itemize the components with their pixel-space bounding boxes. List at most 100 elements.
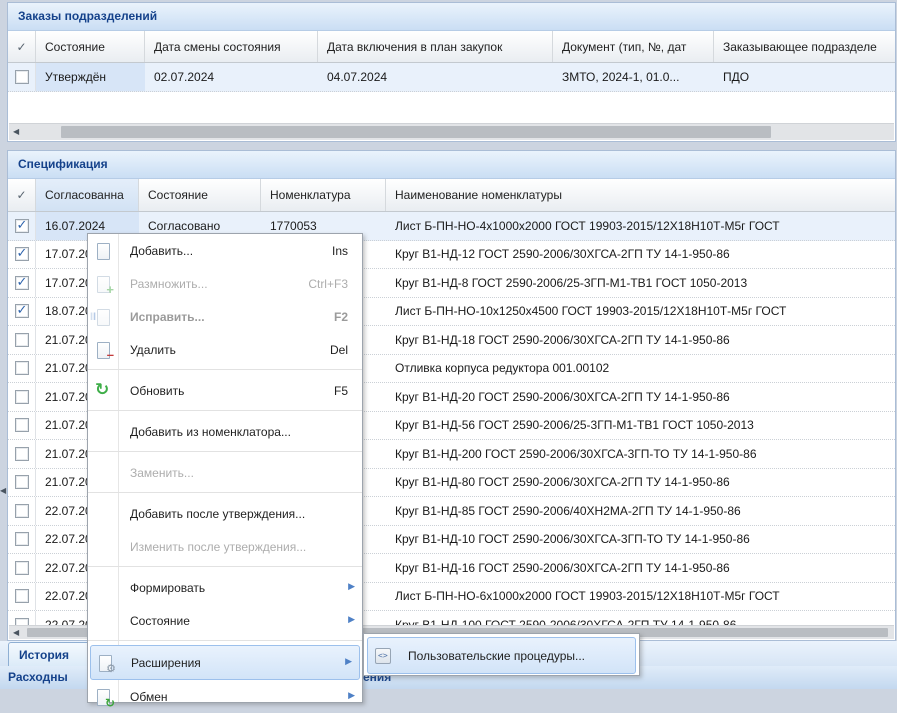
- nomenclature-name-cell: Лист Б-ПН-НО-10х1250х4500 ГОСТ 19903-201…: [386, 298, 895, 326]
- submenu-arrow-icon: ▶: [348, 692, 355, 701]
- menu-item-label: Заменить...: [118, 466, 362, 480]
- menu-item-обновить[interactable]: ОбновитьF5: [88, 374, 362, 407]
- menu-separator: [88, 489, 362, 497]
- plan-date-cell: 04.07.2024: [318, 63, 553, 91]
- row-checkbox[interactable]: [15, 361, 29, 375]
- row-checkbox[interactable]: [15, 304, 29, 318]
- row-checkbox[interactable]: [15, 276, 29, 290]
- menu-item-label: Изменить после утверждения...: [118, 540, 362, 554]
- orders-horizontal-scrollbar[interactable]: ◀: [9, 123, 894, 140]
- context-menu: Добавить...InsРазмножить...Ctrl+F3Исправ…: [87, 233, 363, 703]
- row-checkbox[interactable]: [15, 475, 29, 489]
- page-sync-icon: [88, 688, 118, 706]
- menu-item-добавить-[interactable]: Добавить...Ins: [88, 234, 362, 267]
- checkbox-cell: [8, 63, 36, 91]
- column-header[interactable]: Состояние: [139, 179, 261, 211]
- row-checkbox[interactable]: [15, 333, 29, 347]
- page-minus-icon: [94, 341, 112, 359]
- checkbox-cell: [8, 269, 36, 297]
- nomenclature-name-cell: Круг В1-НД-20 ГОСТ 2590-2006/30ХГСА-2ГП …: [386, 383, 895, 411]
- menu-separator: [88, 448, 362, 456]
- refresh-icon: [94, 382, 112, 400]
- nomenclature-name-cell: Круг В1-НД-56 ГОСТ 2590-2006/25-3ГП-М1-Т…: [386, 412, 895, 440]
- checkbox-cell: [8, 554, 36, 582]
- row-checkbox[interactable]: [15, 447, 29, 461]
- scroll-left-icon[interactable]: ◀: [13, 128, 19, 136]
- menu-item-расширения[interactable]: Расширения▶: [90, 645, 360, 680]
- page-sync-icon: [94, 688, 112, 706]
- column-header[interactable]: Дата смены состояния: [145, 31, 318, 62]
- menu-item-изменить-после-утверждения-: Изменить после утверждения...: [88, 530, 362, 563]
- menu-item-label: Исправить...: [118, 310, 334, 324]
- state-date-cell: 02.07.2024: [145, 63, 318, 91]
- row-checkbox[interactable]: [15, 247, 29, 261]
- menu-item-shortcut: Del: [330, 343, 362, 357]
- code-icon: [368, 648, 400, 664]
- orders-panel: Заказы подразделений ✓СостояниеДата смен…: [7, 2, 896, 142]
- checkbox-cell: [8, 241, 36, 269]
- nomenclature-name-cell: Круг В1-НД-8 ГОСТ 2590-2006/25-3ГП-М1-ТВ…: [386, 269, 895, 297]
- checkbox-cell: [8, 526, 36, 554]
- column-header[interactable]: Номенклатура: [261, 179, 386, 211]
- tab-history[interactable]: История: [8, 642, 98, 666]
- column-header[interactable]: Заказывающее подразделе: [714, 31, 895, 62]
- column-header[interactable]: Состояние: [36, 31, 145, 62]
- nomenclature-name-cell: Лист Б-ПН-НО-4х1000х2000 ГОСТ 19903-2015…: [386, 212, 895, 240]
- menu-item-shortcut: Ctrl+F3: [308, 277, 362, 291]
- checkbox-cell: [8, 383, 36, 411]
- checkbox-cell: [8, 326, 36, 354]
- submenu-arrow-icon: ▶: [348, 583, 355, 592]
- row-checkbox[interactable]: [15, 390, 29, 404]
- row-checkbox[interactable]: [15, 418, 29, 432]
- scroll-left-icon[interactable]: ◀: [13, 629, 19, 637]
- nomenclature-name-cell: Круг В1-НД-10 ГОСТ 2590-2006/30ХГСА-3ГП-…: [386, 526, 895, 554]
- menu-item-размножить-: Размножить...Ctrl+F3: [88, 267, 362, 300]
- row-checkbox[interactable]: [15, 70, 29, 84]
- checkbox-cell: [8, 583, 36, 611]
- orders-panel-title: Заказы подразделений: [18, 9, 157, 23]
- orders-table-row[interactable]: Утверждён02.07.202404.07.2024ЗМТО, 2024-…: [8, 63, 895, 92]
- nomenclature-name-cell: Отливка корпуса редуктора 001.00102: [386, 355, 895, 383]
- menu-item-добавить-после-утверждения-[interactable]: Добавить после утверждения...: [88, 497, 362, 530]
- row-checkbox[interactable]: [15, 504, 29, 518]
- menu-item-заменить-: Заменить...: [88, 456, 362, 489]
- menu-item-label: Обмен: [118, 690, 362, 704]
- row-checkbox[interactable]: [15, 561, 29, 575]
- select-all-column-header[interactable]: ✓: [8, 179, 36, 211]
- page-edit-icon: [94, 308, 112, 326]
- menu-item-состояние[interactable]: Состояние▶: [88, 604, 362, 637]
- menu-item-label: Обновить: [118, 384, 334, 398]
- orders-panel-header: Заказы подразделений: [8, 3, 895, 31]
- menu-item-label: Пользовательские процедуры...: [400, 649, 635, 663]
- orders-grid-body: Утверждён02.07.202404.07.2024ЗМТО, 2024-…: [8, 63, 895, 92]
- menu-item-обмен[interactable]: Обмен▶: [88, 680, 362, 713]
- splitter-collapse-icon[interactable]: ◀: [0, 486, 6, 495]
- select-all-column-header[interactable]: ✓: [8, 31, 36, 62]
- menu-item-формировать[interactable]: Формировать▶: [88, 571, 362, 604]
- row-checkbox[interactable]: [15, 532, 29, 546]
- menu-separator: [88, 563, 362, 571]
- menu-item-пользовательские-процедуры-[interactable]: Пользовательские процедуры...: [367, 637, 636, 674]
- tab-history-label: История: [19, 648, 69, 662]
- menu-item-добавить-из-номенклатора-[interactable]: Добавить из номенклатора...: [88, 415, 362, 448]
- row-checkbox[interactable]: [15, 589, 29, 603]
- checkbox-cell: [8, 298, 36, 326]
- column-header[interactable]: Наименование номенклатуры: [386, 179, 895, 211]
- menu-item-shortcut: F5: [334, 384, 362, 398]
- column-header[interactable]: Дата включения в план закупок: [318, 31, 553, 62]
- orders-grid-header: ✓СостояниеДата смены состоянияДата включ…: [8, 31, 895, 63]
- submenu-arrow-icon: ▶: [348, 616, 355, 625]
- nomenclature-name-cell: Круг В1-НД-12 ГОСТ 2590-2006/30ХГСА-2ГП …: [386, 241, 895, 269]
- spec-grid-header: ✓СогласованнаСостояниеНоменклатураНаимен…: [8, 179, 895, 212]
- menu-item-удалить[interactable]: УдалитьDel: [88, 333, 362, 366]
- orders-scrollbar-thumb[interactable]: [61, 126, 771, 138]
- page-minus-icon: [88, 341, 118, 359]
- nomenclature-name-cell: Круг В1-НД-18 ГОСТ 2590-2006/30ХГСА-2ГП …: [386, 326, 895, 354]
- column-header[interactable]: Документ (тип, №, дат: [553, 31, 714, 62]
- menu-separator: [88, 366, 362, 374]
- document-cell: ЗМТО, 2024-1, 01.0...: [553, 63, 714, 91]
- page-gear-icon: [91, 654, 119, 672]
- menu-item-исправить-: Исправить...F2: [88, 300, 362, 333]
- column-header[interactable]: Согласованна: [36, 179, 139, 211]
- row-checkbox[interactable]: [15, 219, 29, 233]
